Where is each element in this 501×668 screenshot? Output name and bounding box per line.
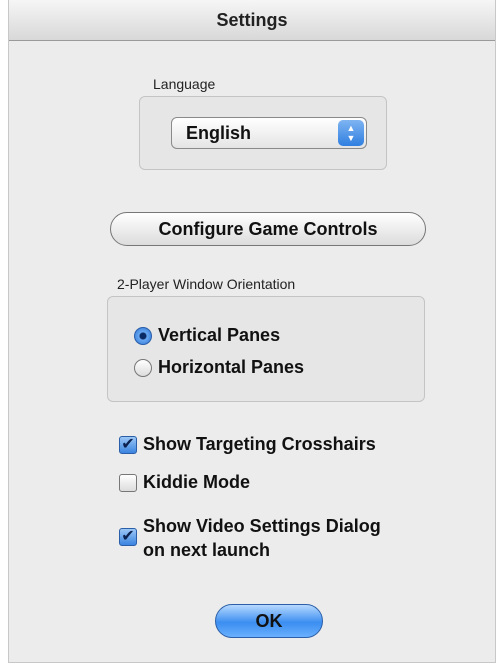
checkbox-crosshairs-label: Show Targeting Crosshairs (143, 434, 376, 454)
orientation-group-label: 2-Player Window Orientation (117, 276, 296, 292)
language-selected-value: English (186, 123, 252, 143)
updown-arrows-icon: ▲ ▼ (338, 120, 364, 146)
language-group-label: Language (153, 76, 216, 92)
radio-unselected-icon (134, 359, 152, 377)
radio-horizontal-label: Horizontal Panes (158, 357, 305, 377)
checkmark-icon: ✔ (119, 528, 137, 546)
radio-vertical-label: Vertical Panes (158, 325, 281, 345)
checkbox-empty-icon (119, 474, 137, 492)
configure-game-controls-button[interactable]: Configure Game Controls (110, 212, 426, 246)
ok-button[interactable]: OK (215, 604, 323, 638)
checkbox-video-settings-label-line2: on next launch (143, 540, 271, 560)
checkmark-icon: ✔ (119, 436, 137, 454)
window-title: Settings (9, 0, 495, 41)
orientation-group-box (107, 296, 425, 402)
settings-window: Settings Language English ▲ ▼ Configure G… (8, 0, 496, 663)
checkbox-video-settings-label: Show Video Settings Dialog (143, 516, 381, 536)
checkbox-kiddie-label: Kiddie Mode (143, 472, 250, 492)
language-popup[interactable]: English ▲ ▼ (171, 117, 367, 149)
radio-selected-icon (134, 327, 152, 345)
